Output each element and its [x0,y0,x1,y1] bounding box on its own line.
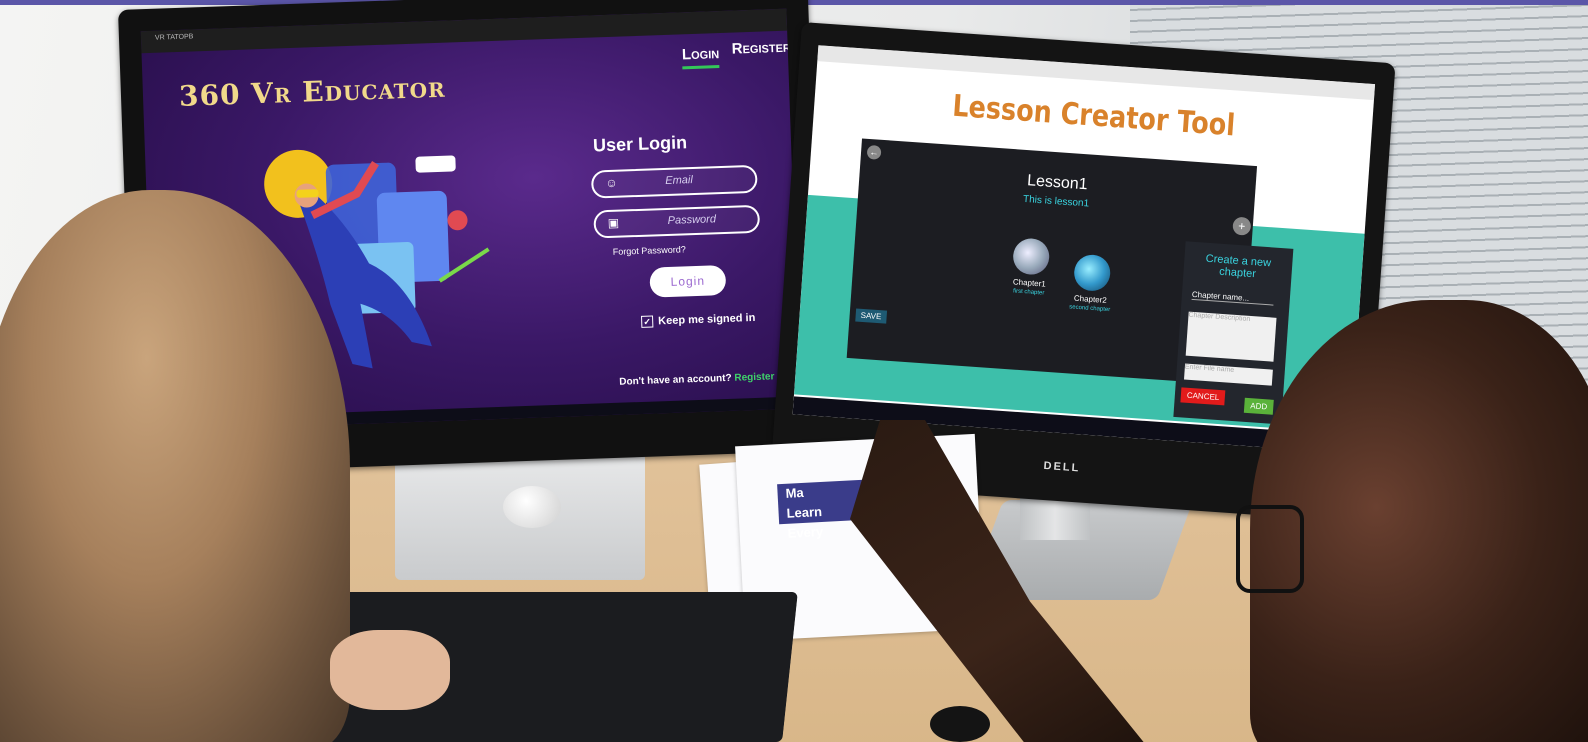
login-button[interactable]: Login [649,264,727,298]
register-link[interactable]: Register [734,371,774,383]
app-title: 360 Vr Educator [178,70,447,113]
page-title: Lesson Creator Tool [951,88,1237,144]
password-placeholder: Password [667,213,717,227]
checkbox-icon[interactable]: ✓ [640,315,654,329]
chapter-description-input[interactable]: Chapter Description [1185,311,1277,362]
forgot-password-link[interactable]: Forgot Password? [613,244,686,257]
new-chapter-title: Create a new chapter [1205,252,1272,281]
chapter-name-input[interactable]: Chapter name... [1191,289,1275,306]
smart-speaker [503,486,561,528]
nav-register-link[interactable]: Register [731,39,791,58]
chapter-thumbnail [1072,253,1112,293]
no-account-prompt: Don't have an account? Register [619,371,774,387]
cancel-button[interactable]: CANCEL [1180,387,1226,406]
keep-signed-in-label: Keep me signed in [657,311,756,328]
lesson-panel: ← Lesson1 This is lesson1 Chapter1 first… [846,138,1294,425]
password-field[interactable]: ▣ Password [593,204,761,239]
email-field[interactable]: ☺ Email [590,164,758,199]
new-chapter-panel: Create a new chapter Chapter name... Cha… [1173,241,1294,425]
keep-signed-in[interactable]: ✓ Keep me signed in [640,311,756,329]
window-title: VR TATOPB [154,33,194,42]
computer-mouse [930,706,990,742]
chapter-card[interactable]: Chapter2 second chapter [1055,252,1129,314]
photo-scene: VR TATOPB 360 Vr Educator Login Register… [0,0,1588,742]
file-name-input[interactable]: Enter File name [1183,363,1273,386]
save-button[interactable]: SAVE [855,308,887,324]
lock-icon: ▣ [607,215,620,231]
left-hand [330,630,450,710]
no-account-text: Don't have an account? [619,372,732,388]
add-button[interactable]: ADD [1243,397,1274,415]
chapter-thumbnail [1011,237,1051,276]
add-chapter-icon[interactable]: + [1232,216,1252,236]
nav-login-link[interactable]: Login [681,45,720,70]
email-placeholder: Email [665,174,694,187]
back-arrow-icon[interactable]: ← [866,144,882,160]
user-icon: ☺ [605,175,618,191]
glasses [1236,505,1304,593]
monitor-brand-logo: DELL [1043,459,1081,475]
login-heading: User Login [592,132,688,156]
